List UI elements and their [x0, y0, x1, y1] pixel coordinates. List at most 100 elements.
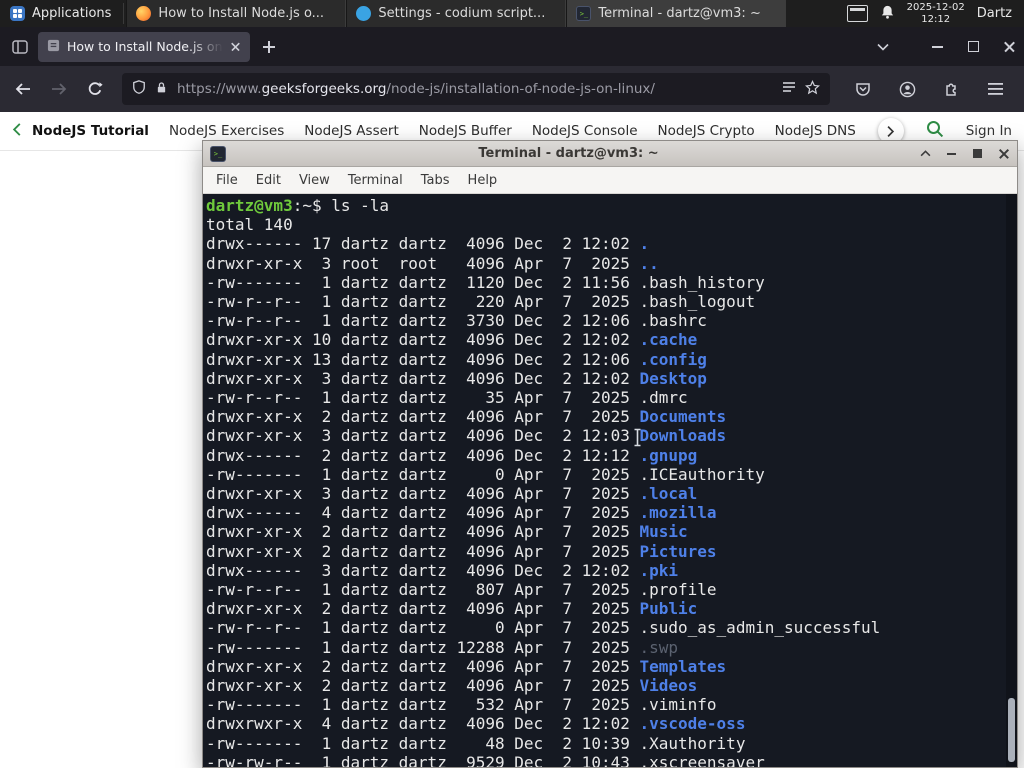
reload-button[interactable]: [80, 74, 110, 104]
site-nav-item[interactable]: NodeJS Crypto: [658, 123, 755, 139]
desktop: Applications How to Install Node.js o...…: [0, 0, 1024, 768]
file-name: Downloads: [639, 426, 727, 446]
terminal-line: drwx------ 4 dartz dartz 4096 Apr 7 2025…: [206, 503, 717, 523]
account-icon[interactable]: [892, 74, 922, 104]
sign-in-button[interactable]: Sign In: [966, 123, 1012, 139]
taskbar: Applications How to Install Node.js o...…: [0, 0, 1024, 27]
new-tab-button[interactable]: [256, 34, 282, 60]
tab-title: How to Install Node.js on: [67, 39, 223, 54]
site-nav-item[interactable]: NodeJS DNS: [775, 123, 856, 139]
terminal-minimize-button[interactable]: [945, 147, 958, 160]
window-maximize-button[interactable]: [966, 40, 980, 54]
site-nav-item[interactable]: NodeJS Buffer: [419, 123, 512, 139]
window-minimize-button[interactable]: [930, 40, 944, 54]
notification-bell-icon[interactable]: [880, 4, 895, 24]
nav-scroll-left-icon[interactable]: [12, 122, 22, 141]
tab-favicon: [47, 39, 60, 55]
taskbar-separator: [123, 3, 125, 24]
menu-hamburger-icon[interactable]: [980, 74, 1010, 104]
terminal-shade-button[interactable]: [919, 147, 932, 160]
forward-button[interactable]: [44, 74, 74, 104]
terminal-body[interactable]: dartz@vm3:~$ ls -la total 140 drwx------ 1…: [203, 194, 1017, 767]
menu-terminal[interactable]: Terminal: [339, 173, 412, 188]
terminal-line: drwxr-xr-x 2 dartz dartz 4096 Apr 7 2025…: [206, 599, 698, 619]
terminal-line: drwxr-xr-x 10 dartz dartz 4096 Dec 2 12:…: [206, 330, 698, 350]
terminal-line: -rw------- 1 dartz dartz 1120 Dec 2 11:5…: [206, 272, 765, 292]
file-name: .vscode-oss: [639, 714, 746, 734]
terminal-line: drwxr-xr-x 3 dartz dartz 4096 Apr 7 2025…: [206, 484, 698, 504]
terminal-line: drwxr-xr-x 3 dartz dartz 4096 Dec 2 12:0…: [206, 426, 727, 446]
applications-menu-button[interactable]: Applications: [0, 0, 121, 27]
terminal-scrollbar-thumb[interactable]: [1008, 698, 1015, 762]
terminal-line: drwxr-xr-x 2 dartz dartz 4096 Apr 7 2025…: [206, 541, 717, 561]
terminal-line: drwxr-xr-x 2 dartz dartz 4096 Apr 7 2025…: [206, 407, 727, 427]
bookmark-star-icon[interactable]: [804, 79, 821, 99]
file-name: Public: [639, 599, 698, 619]
menu-view[interactable]: View: [290, 173, 339, 188]
file-name: .xscreensaver: [639, 752, 765, 767]
menu-edit[interactable]: Edit: [247, 173, 290, 188]
site-nav-item[interactable]: NodeJS Console: [532, 123, 638, 139]
menu-file[interactable]: File: [207, 173, 247, 188]
terminal-close-button[interactable]: [997, 147, 1010, 160]
terminal-maximize-button[interactable]: [971, 147, 984, 160]
url-text: https://www.geeksforgeeks.org/node-js/in…: [177, 81, 655, 97]
file-name: .mozilla: [639, 503, 717, 523]
taskbar-window-button[interactable]: Settings - codium script...: [346, 0, 567, 27]
file-name: Music: [639, 522, 688, 542]
file-name: .config: [639, 349, 707, 369]
file-name: .: [639, 234, 650, 254]
site-nav-item[interactable]: NodeJS Exercises: [169, 123, 284, 139]
terminal-line: drwxr-xr-x 2 dartz dartz 4096 Apr 7 2025…: [206, 676, 698, 696]
toolbar-right-icons: [842, 74, 1016, 104]
taskbar-window-title: Terminal - dartz@vm3: ~: [598, 6, 761, 21]
window-close-button[interactable]: [1002, 40, 1016, 54]
terminal-line: dartz@vm3:~$ ls -la: [206, 196, 390, 215]
file-name: Documents: [639, 407, 727, 427]
browser-tab[interactable]: How to Install Node.js on: [38, 31, 250, 62]
pocket-icon[interactable]: [848, 74, 878, 104]
terminal-titlebar[interactable]: >_ Terminal - dartz@vm3: ~: [203, 141, 1017, 167]
terminal-line: -rw-r--r-- 1 dartz dartz 807 Apr 7 2025 …: [206, 580, 717, 600]
back-button[interactable]: [8, 74, 38, 104]
firefox-view-icon[interactable]: [6, 33, 34, 61]
url-bar[interactable]: https://www.geeksforgeeks.org/node-js/in…: [122, 73, 830, 105]
browser-tab-bar: How to Install Node.js on: [0, 27, 1024, 66]
file-name: .Xauthority: [639, 733, 746, 753]
terminal-line: -rw-r--r-- 1 dartz dartz 35 Apr 7 2025 .…: [206, 388, 688, 408]
plus-icon: [263, 40, 275, 53]
taskbar-window-button[interactable]: >_ Terminal - dartz@vm3: ~: [566, 0, 787, 27]
search-icon[interactable]: [926, 120, 944, 142]
terminal-line: total 140: [206, 215, 293, 235]
lock-icon[interactable]: [155, 80, 168, 99]
site-nav-item[interactable]: NodeJS Assert: [304, 123, 399, 139]
terminal-scrollbar[interactable]: [1006, 194, 1017, 767]
site-nav-item[interactable]: NodeJS Tutorial: [32, 123, 149, 139]
terminal-line: -rw------- 1 dartz dartz 0 Apr 7 2025 .I…: [206, 464, 765, 484]
reader-view-icon[interactable]: [782, 81, 796, 98]
file-name: Templates: [639, 656, 727, 676]
tray-app-icon[interactable]: [846, 5, 868, 22]
tab-close-icon[interactable]: [231, 42, 240, 51]
terminal-title: Terminal - dartz@vm3: ~: [478, 146, 659, 161]
applications-icon: [10, 6, 25, 21]
menu-help[interactable]: Help: [459, 173, 507, 188]
list-all-tabs-icon[interactable]: [870, 34, 896, 60]
terminal-line: -rw-r--r-- 1 dartz dartz 3730 Dec 2 12:0…: [206, 311, 707, 331]
taskbar-user[interactable]: Dartz: [977, 6, 1016, 21]
file-name: Desktop: [639, 368, 707, 388]
terminal-output: dartz@vm3:~$ ls -la total 140 drwx------ 1…: [206, 196, 1003, 767]
taskbar-window-title: Settings - codium script...: [378, 6, 546, 21]
codium-icon: [356, 6, 372, 21]
terminal-line: drwxr-xr-x 2 dartz dartz 4096 Apr 7 2025…: [206, 522, 688, 542]
taskbar-window-button[interactable]: How to Install Node.js o...: [126, 0, 347, 27]
taskbar-clock[interactable]: 2025-12-02 12:12: [907, 2, 965, 26]
terminal-line: -rw-r--r-- 1 dartz dartz 0 Apr 7 2025 .s…: [206, 618, 881, 638]
applications-label: Applications: [32, 6, 112, 21]
file-name: .bash_history: [639, 272, 765, 292]
menu-tabs[interactable]: Tabs: [412, 173, 459, 188]
file-name: .bashrc: [639, 311, 707, 331]
tracking-shield-icon[interactable]: [132, 79, 146, 99]
extensions-icon[interactable]: [936, 74, 966, 104]
taskbar-tray: 2025-12-02 12:12 Dartz: [839, 0, 1024, 27]
